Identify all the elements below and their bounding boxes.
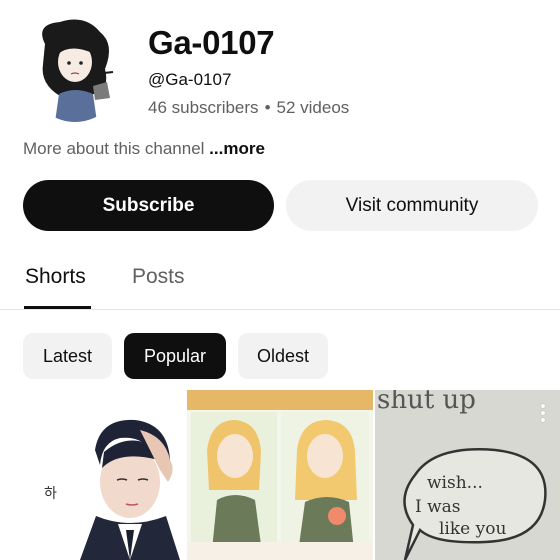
subscribe-button[interactable]: Subscribe <box>23 180 274 231</box>
about-text: More about this channel <box>23 139 210 158</box>
short-caption: shut up <box>377 390 476 415</box>
filter-oldest[interactable]: Oldest <box>238 333 328 379</box>
subscriber-count: 46 subscribers <box>148 98 259 117</box>
short-thumbnail[interactable]: 하 <box>0 390 185 560</box>
filter-latest[interactable]: Latest <box>23 333 112 379</box>
channel-stats: 46 subscribers • 52 videos <box>148 98 349 118</box>
about-channel-link[interactable]: More about this channel ...more <box>23 139 265 159</box>
short-thumbnail[interactable] <box>187 390 373 560</box>
visit-community-button[interactable]: Visit community <box>286 180 538 231</box>
more-vert-icon[interactable] <box>540 404 546 424</box>
filter-popular[interactable]: Popular <box>124 333 226 379</box>
channel-name: Ga-0107 <box>148 24 275 61</box>
short-caption: 하 <box>44 486 57 502</box>
video-count: 52 videos <box>276 98 350 117</box>
svg-text:I was: I was <box>415 497 461 517</box>
more-link[interactable]: ...more <box>209 139 265 158</box>
tab-divider <box>0 309 560 310</box>
short-thumbnail[interactable]: shut up wish... I was like you <box>375 390 560 560</box>
channel-handle: @Ga-0107 <box>148 70 232 89</box>
tab-posts[interactable]: Posts <box>132 265 185 289</box>
stats-separator: • <box>264 98 271 117</box>
tab-shorts[interactable]: Shorts <box>25 265 86 289</box>
svg-text:wish...: wish... <box>427 473 483 493</box>
channel-avatar[interactable] <box>25 14 125 122</box>
svg-text:like you: like you <box>439 519 506 539</box>
